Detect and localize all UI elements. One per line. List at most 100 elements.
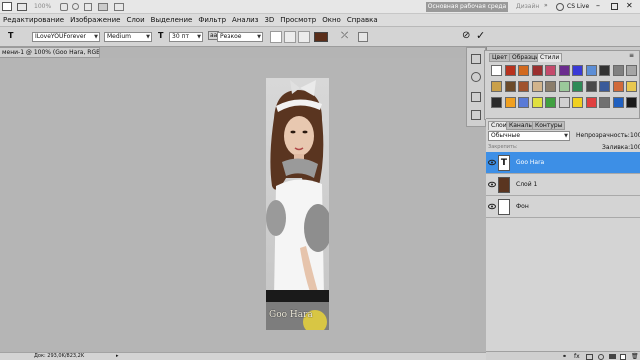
align-center-button[interactable] [284, 31, 296, 43]
menu-edit[interactable]: Редактирование [0, 14, 67, 27]
style-swatch[interactable] [518, 65, 529, 76]
layer-goo-hara[interactable]: T Goo Hara [486, 152, 640, 174]
workspace-button[interactable]: Основная рабочая среда [426, 2, 508, 12]
font-size-select[interactable]: 30 пт ▼ [169, 32, 203, 42]
new-layer-icon[interactable] [620, 354, 626, 360]
mask-icon[interactable] [586, 354, 593, 360]
style-swatch[interactable] [545, 81, 556, 92]
visibility-eye-icon[interactable] [488, 159, 496, 166]
style-swatch[interactable] [572, 97, 583, 108]
menu-select[interactable]: Выделение [148, 14, 196, 27]
tab-paths[interactable]: Контуры [532, 121, 566, 130]
design-workspace-label[interactable]: Дизайн [516, 3, 539, 10]
menu-analysis[interactable]: Анализ [229, 14, 261, 27]
actions-icon[interactable] [471, 72, 481, 82]
link-layers-icon[interactable]: ⚭ [562, 353, 567, 360]
style-swatch[interactable] [545, 65, 556, 76]
cs-live-icon[interactable] [556, 3, 564, 11]
adjustment-layer-icon[interactable] [598, 354, 604, 360]
document-tab[interactable]: мени-1 @ 100% (Goo Hara, RGB/8) * [0, 47, 100, 58]
menu-help[interactable]: Справка [344, 14, 381, 27]
character-panel-icon[interactable] [358, 32, 368, 42]
menu-3d[interactable]: 3D [261, 14, 277, 27]
style-swatch[interactable] [491, 65, 502, 76]
tab-styles[interactable]: Стили [537, 53, 563, 62]
style-swatch[interactable] [599, 97, 610, 108]
style-swatch[interactable] [504, 65, 516, 76]
style-swatch[interactable] [558, 97, 570, 108]
style-swatch[interactable] [491, 81, 502, 92]
menu-image[interactable]: Изображение [67, 14, 123, 27]
style-swatch[interactable] [585, 65, 597, 76]
document-canvas[interactable]: Goo Hara [266, 78, 329, 330]
more-workspaces-icon[interactable]: » [544, 2, 548, 9]
visibility-eye-icon[interactable] [488, 203, 496, 210]
visibility-eye-icon[interactable] [488, 181, 496, 188]
menu-window[interactable]: Окно [319, 14, 344, 27]
style-swatch[interactable] [558, 81, 570, 92]
text-color-swatch[interactable] [314, 32, 328, 42]
layer-1[interactable]: Слой 1 [486, 174, 640, 196]
style-swatch[interactable] [504, 81, 516, 92]
style-swatch[interactable] [626, 97, 637, 108]
font-style-select[interactable]: Medium ▼ [104, 32, 152, 42]
close-icon[interactable]: ✕ [626, 1, 633, 10]
style-swatch[interactable] [585, 81, 597, 92]
cancel-edit-icon[interactable]: ⊘ [462, 30, 470, 41]
style-swatch[interactable] [572, 81, 583, 92]
style-swatch[interactable] [558, 65, 570, 76]
adjustments-icon[interactable] [471, 92, 481, 102]
blend-mode-select[interactable]: Обычные ▼ [488, 131, 570, 141]
style-swatch[interactable] [626, 81, 637, 92]
history-icon[interactable] [471, 54, 481, 64]
align-right-button[interactable] [298, 31, 310, 43]
align-left-button[interactable] [270, 31, 282, 43]
menu-view[interactable]: Просмотр [277, 14, 319, 27]
cs-live-label[interactable]: CS Live [567, 3, 589, 10]
menu-filter[interactable]: Фильтр [195, 14, 229, 27]
style-swatch[interactable] [531, 97, 543, 108]
commit-edit-icon[interactable]: ✓ [476, 29, 485, 42]
font-family-select[interactable]: ILoveYOUForever ▼ [32, 32, 100, 42]
style-swatch[interactable] [518, 81, 529, 92]
arrange-documents-icon[interactable] [98, 3, 108, 11]
group-folder-icon[interactable] [609, 354, 616, 359]
antialias-value: Резкое [220, 33, 242, 40]
style-swatch[interactable] [572, 65, 583, 76]
fx-icon[interactable]: fx [574, 353, 580, 360]
hand-tool-icon[interactable] [60, 3, 68, 11]
style-swatch[interactable] [612, 65, 624, 76]
warp-text-icon[interactable]: ⤫ [341, 31, 348, 41]
masks-icon[interactable] [471, 110, 481, 120]
maximize-icon[interactable] [611, 3, 618, 10]
style-swatch[interactable] [612, 97, 624, 108]
style-swatch[interactable] [491, 97, 502, 108]
file-icon[interactable] [2, 2, 12, 11]
style-swatch[interactable] [599, 65, 610, 76]
layout-icon[interactable] [17, 3, 27, 11]
style-swatch[interactable] [612, 81, 624, 92]
antialias-select[interactable]: Резкое ▼ [217, 32, 263, 42]
delete-layer-icon[interactable]: 🗑 [631, 353, 639, 360]
tab-color[interactable]: Цвет [489, 53, 511, 62]
opacity-value[interactable]: 100 [630, 132, 640, 139]
zoom-level[interactable]: 100% [34, 3, 51, 10]
rotate-view-icon[interactable] [84, 3, 92, 11]
screen-mode-icon[interactable] [114, 3, 124, 11]
zoom-tool-icon[interactable] [72, 3, 79, 10]
minimize-icon[interactable]: – [596, 1, 600, 10]
style-swatch[interactable] [531, 81, 543, 92]
style-swatch[interactable] [531, 65, 543, 76]
panel-menu-icon[interactable]: ≡ [629, 52, 634, 59]
layer-background[interactable]: Фон [486, 196, 640, 218]
text-orientation-icon[interactable]: T [8, 31, 13, 40]
style-swatch[interactable] [504, 97, 516, 108]
style-swatch[interactable] [545, 97, 556, 108]
style-swatch[interactable] [626, 65, 637, 76]
style-swatch[interactable] [585, 97, 597, 108]
status-arrow-icon[interactable]: ▸ [116, 353, 119, 360]
fill-value[interactable]: 100 [630, 144, 640, 151]
style-swatch[interactable] [599, 81, 610, 92]
menu-layers[interactable]: Слои [123, 14, 147, 27]
style-swatch[interactable] [518, 97, 529, 108]
